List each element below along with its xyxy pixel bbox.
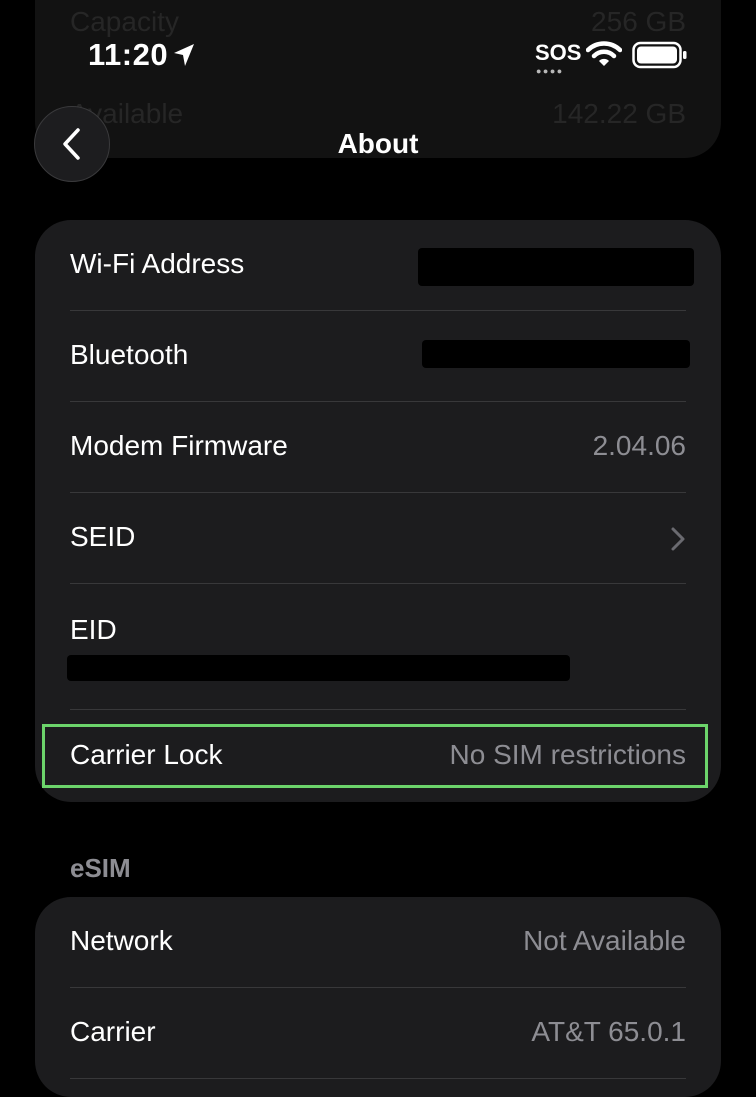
seid-label: SEID (70, 521, 136, 552)
status-bar: 11:20 SOS ●●●● (0, 0, 756, 100)
carrier-label: Carrier (70, 1016, 156, 1047)
carrier-lock-highlight (42, 724, 708, 788)
modem-firmware-value: 2.04.06 (592, 430, 686, 461)
ghost-value-available: 142.22 GB (552, 98, 686, 129)
bluetooth-redacted-value (422, 340, 690, 368)
battery-icon (632, 41, 687, 69)
wifi-address-redacted-value (418, 248, 694, 286)
row-wifi-address: Wi-Fi Address (70, 220, 694, 311)
location-arrow-icon (174, 44, 194, 66)
eid-label: EID (70, 614, 117, 645)
esim-section-header: eSIM (70, 853, 131, 883)
sos-indicator: SOS (535, 40, 582, 65)
status-time: 11:20 (88, 37, 169, 72)
network-label: Network (70, 925, 173, 956)
ghost-row-available: Available 142.22 GB (70, 98, 686, 130)
row-network: Network Not Available (70, 897, 686, 988)
signal-dots-icon: ●●●● (536, 66, 564, 76)
chevron-right-icon (671, 527, 685, 551)
network-value: Not Available (523, 925, 686, 956)
row-bluetooth: Bluetooth (70, 311, 690, 402)
row-modem-firmware: Modem Firmware 2.04.06 (70, 402, 686, 493)
wifi-address-label: Wi-Fi Address (70, 248, 245, 279)
eid-redacted-value (67, 655, 570, 681)
page-title: About (337, 128, 419, 159)
carrier-value: AT&T 65.0.1 (531, 1016, 686, 1047)
bluetooth-label: Bluetooth (70, 339, 189, 370)
modem-firmware-label: Modem Firmware (70, 430, 288, 461)
row-carrier: Carrier AT&T 65.0.1 (70, 988, 686, 1079)
row-eid: EID (67, 584, 686, 710)
about-info-card: Wi-Fi Address Bluetooth Modem Firmware 2… (35, 220, 721, 802)
row-seid[interactable]: SEID (70, 493, 686, 584)
esim-card: Network Not Available Carrier AT&T 65.0.… (35, 897, 721, 1097)
wifi-icon (586, 41, 622, 66)
